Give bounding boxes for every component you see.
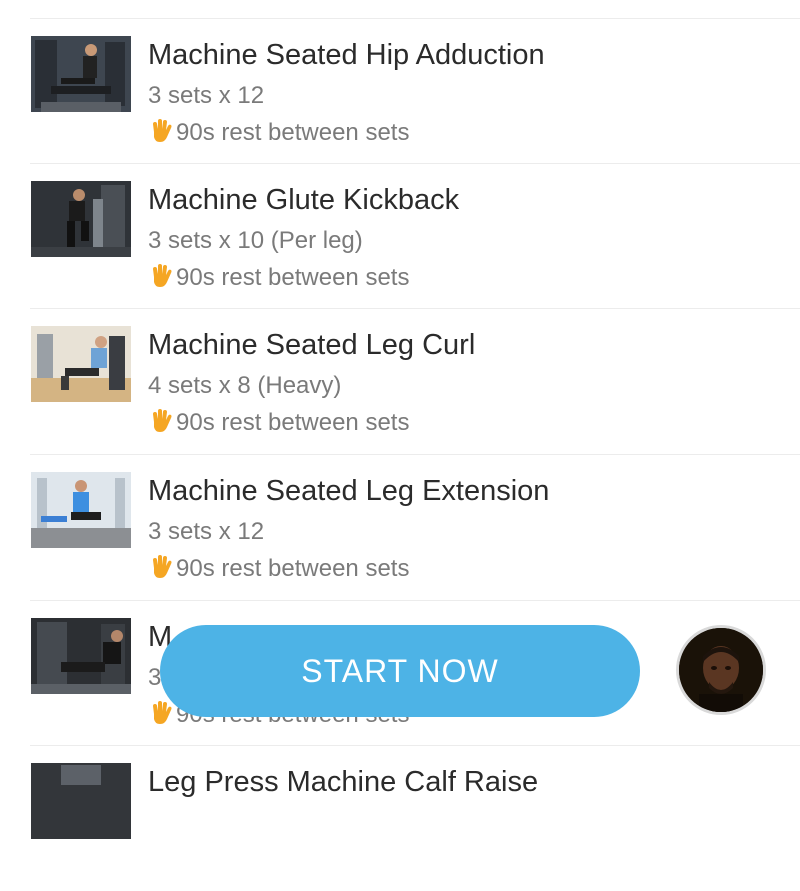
exercise-rest: 90s rest between sets [148, 408, 409, 437]
rest-text: 90s rest between sets [176, 409, 410, 436]
waving-hand-icon [153, 119, 172, 142]
exercise-thumbnail [31, 181, 131, 257]
start-now-button[interactable]: START NOW [160, 625, 640, 717]
exercise-title: Machine Glute Kickback [148, 184, 460, 216]
exercise-thumbnail [31, 472, 131, 548]
exercise-rest: 90s rest between sets [148, 118, 409, 147]
exercise-sets: 3 sets x 12 [148, 518, 265, 545]
waving-hand-icon [153, 264, 172, 287]
rest-text: 90s rest between sets [176, 119, 410, 146]
exercise-sets: 3 sets x 10 (Per leg) [148, 227, 363, 254]
exercise-sets: 4 sets x 8 (Heavy) [148, 372, 342, 399]
rest-text: 90s rest between sets [176, 264, 410, 291]
exercise-row-leg-extension[interactable]: Machine Seated Leg Extension 3 sets x 12… [30, 454, 800, 600]
waving-hand-icon [153, 555, 172, 578]
exercise-rest: 90s rest between sets [148, 263, 409, 292]
exercise-thumbnail [31, 618, 131, 694]
waving-hand-icon [153, 701, 172, 724]
exercise-thumbnail [31, 763, 131, 839]
coach-avatar[interactable] [676, 625, 766, 715]
exercise-rest: 90s rest between sets [148, 554, 409, 583]
exercise-title: Machine Seated Leg Extension [148, 475, 550, 507]
exercise-row-leg-curl[interactable]: Machine Seated Leg Curl 4 sets x 8 (Heav… [30, 308, 800, 454]
exercise-row-hip-adduction[interactable]: Machine Seated Hip Adduction 3 sets x 12… [30, 18, 800, 164]
exercise-title: Leg Press Machine Calf Raise [148, 766, 539, 798]
exercise-row-glute-kickback[interactable]: Machine Glute Kickback 3 sets x 10 (Per … [30, 163, 800, 309]
exercise-thumbnail [31, 36, 131, 112]
waving-hand-icon [153, 409, 172, 432]
rest-text: 90s rest between sets [176, 555, 410, 582]
exercise-sets: 3 sets x 12 [148, 82, 265, 109]
exercise-row-calf-raise[interactable]: Leg Press Machine Calf Raise [30, 745, 800, 891]
exercise-thumbnail [31, 326, 131, 402]
exercise-title: Machine Seated Hip Adduction [148, 39, 545, 71]
exercise-title: Machine Seated Leg Curl [148, 329, 476, 361]
